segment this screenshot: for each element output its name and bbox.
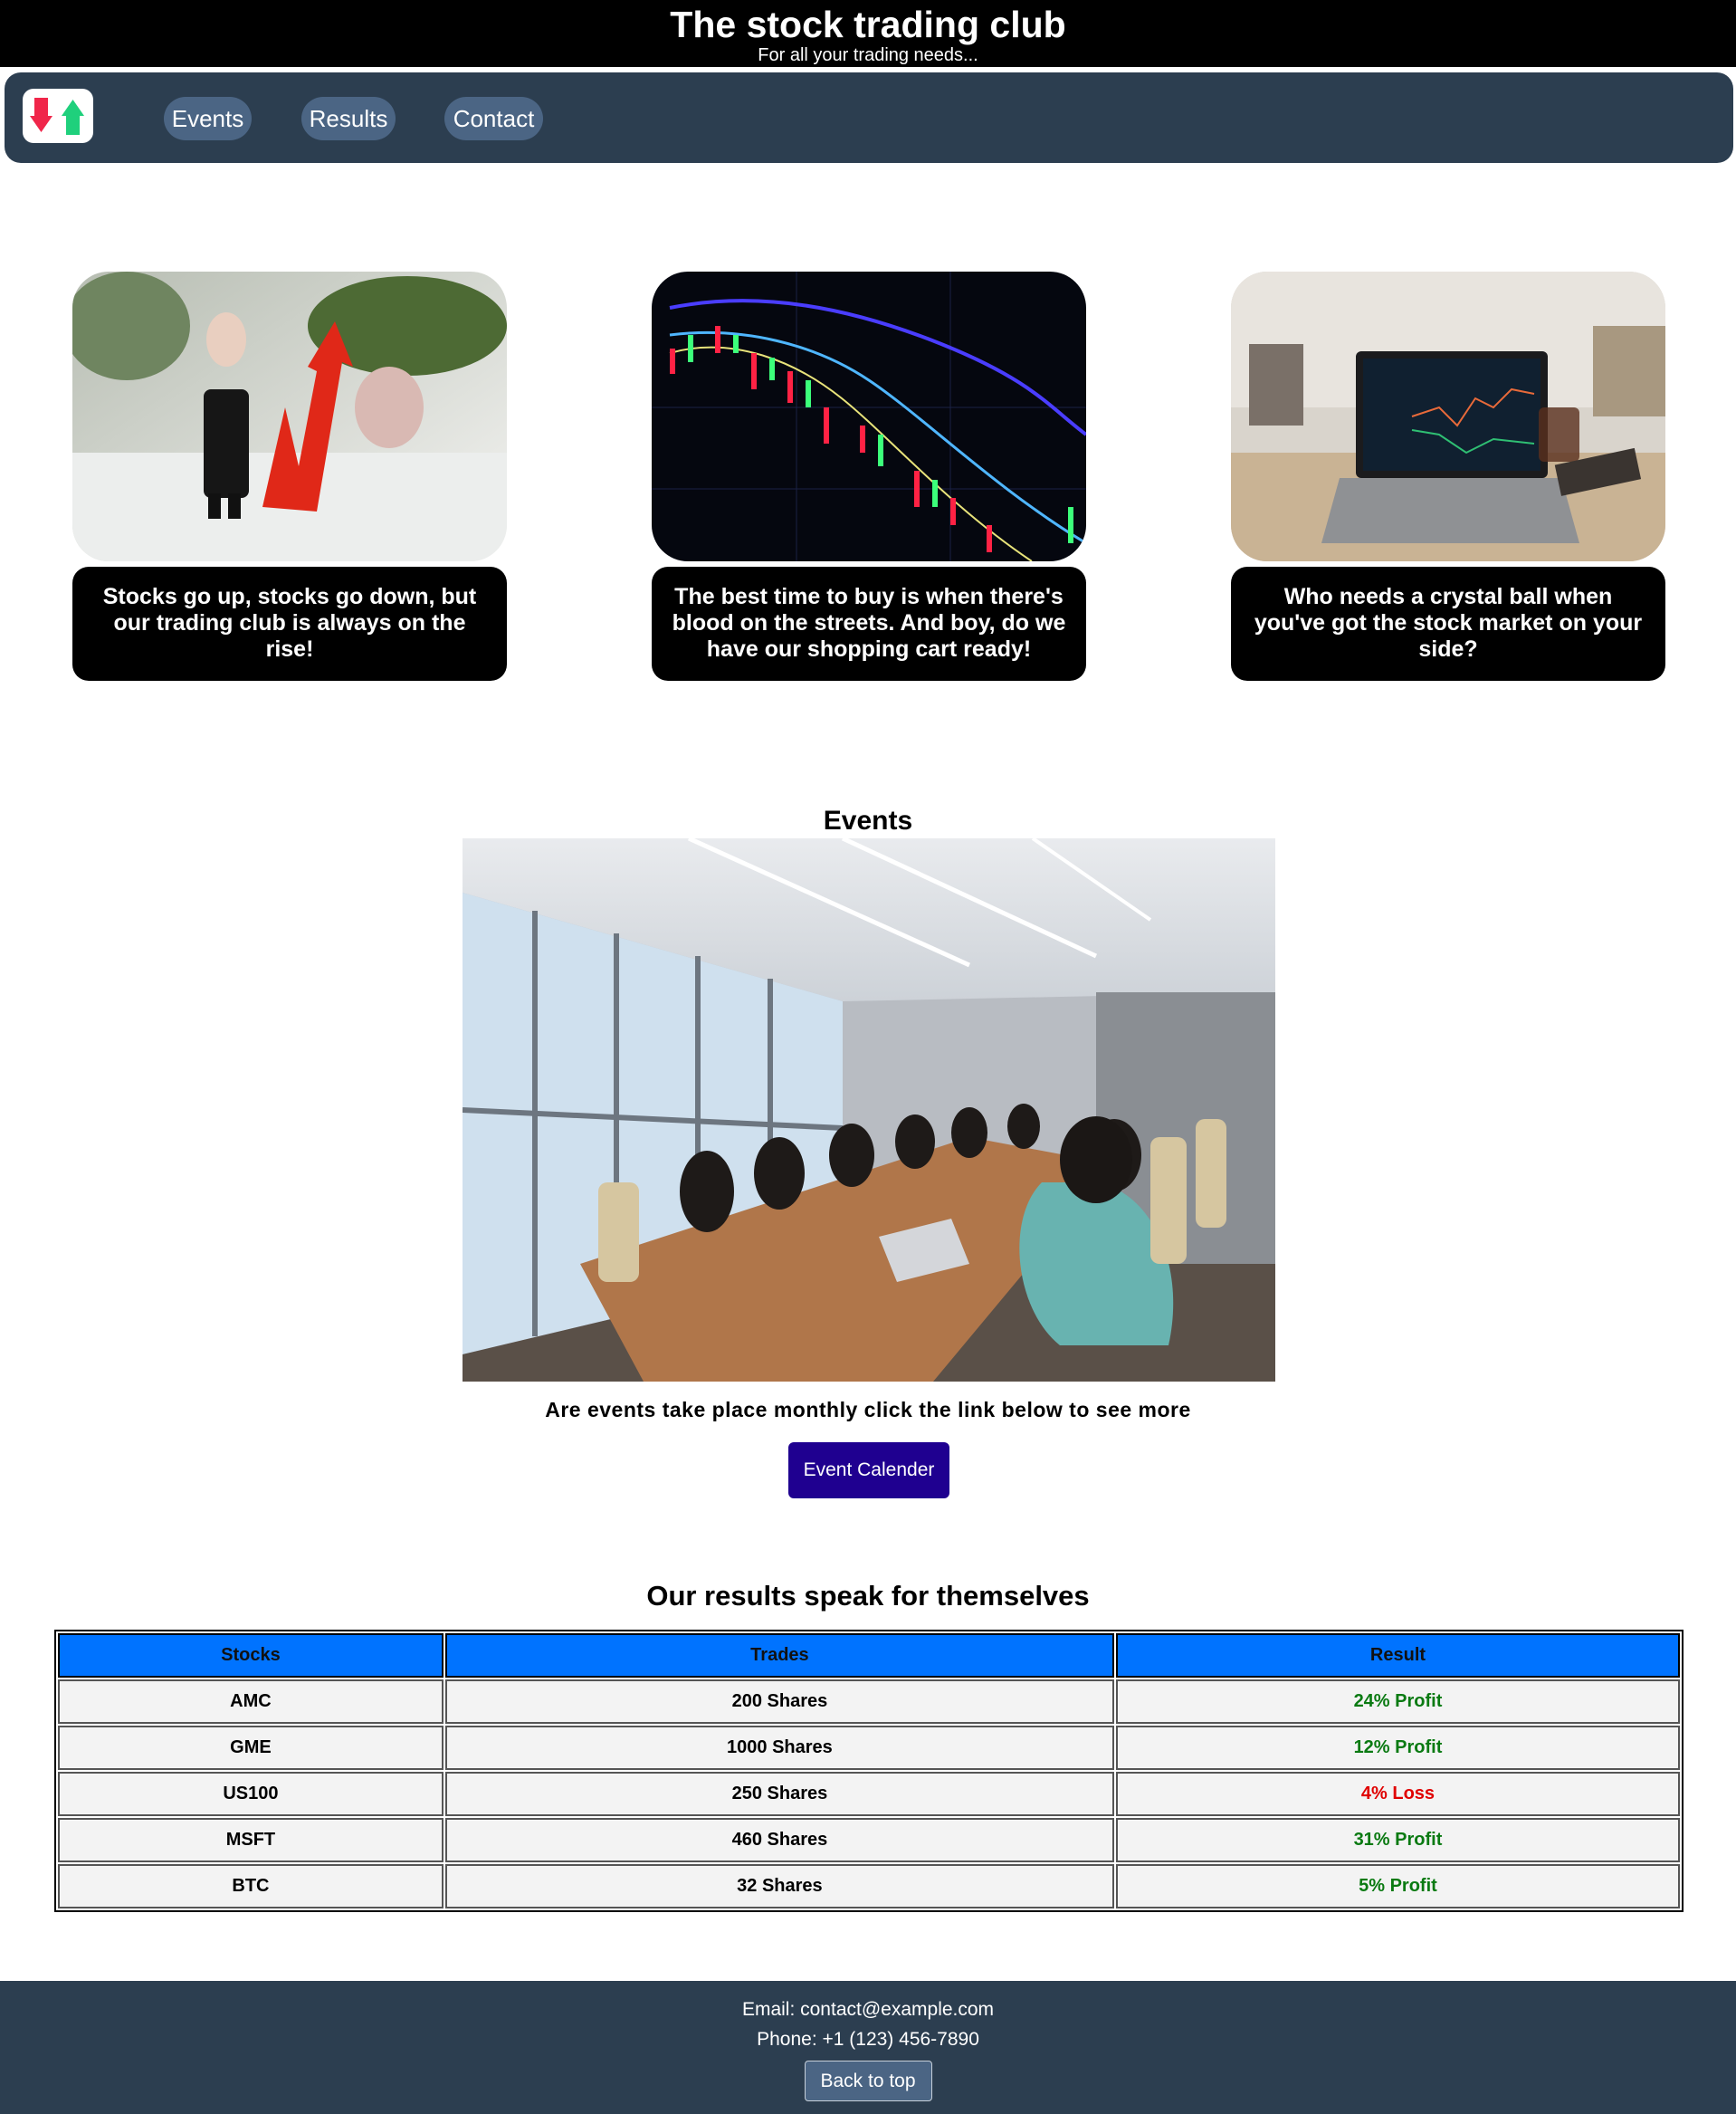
trades-cell: 200 Shares bbox=[444, 1679, 1114, 1724]
results-table: Stocks Trades Result AMC 200 Shares 24% … bbox=[54, 1630, 1684, 1912]
feature-caption: Stocks go up, stocks go down, but our tr… bbox=[72, 567, 507, 681]
result-cell: 5% Profit bbox=[1115, 1864, 1680, 1908]
column-header-result: Result bbox=[1115, 1633, 1680, 1678]
figurine-with-rising-arrow-photo bbox=[72, 272, 507, 561]
column-header-trades: Trades bbox=[444, 1633, 1114, 1678]
trades-cell: 1000 Shares bbox=[444, 1726, 1114, 1770]
feature-card: Who needs a crystal ball when you've got… bbox=[1231, 272, 1665, 681]
result-cell: 4% Loss bbox=[1115, 1772, 1680, 1816]
stock-cell: MSFT bbox=[58, 1818, 444, 1862]
result-cell: 24% Profit bbox=[1115, 1679, 1680, 1724]
result-cell: 12% Profit bbox=[1115, 1726, 1680, 1770]
nav-link-events[interactable]: Events bbox=[164, 97, 252, 140]
table-header-row: Stocks Trades Result bbox=[58, 1633, 1680, 1678]
navbar: Events Results Contact bbox=[5, 72, 1733, 163]
back-to-top-button[interactable]: Back to top bbox=[804, 2061, 932, 2101]
site-header: The stock trading club For all your trad… bbox=[0, 0, 1736, 67]
feature-card: The best time to buy is when there's blo… bbox=[652, 272, 1086, 681]
stock-cell: US100 bbox=[58, 1772, 444, 1816]
stock-cell: GME bbox=[58, 1726, 444, 1770]
trades-cell: 250 Shares bbox=[444, 1772, 1114, 1816]
stock-cell: AMC bbox=[58, 1679, 444, 1724]
site-title: The stock trading club bbox=[670, 4, 1066, 45]
results-heading: Our results speak for themselves bbox=[646, 1580, 1090, 1612]
footer-email: Email: contact@example.com bbox=[741, 1999, 995, 2020]
table-row: AMC 200 Shares 24% Profit bbox=[58, 1679, 1680, 1724]
feature-card: Stocks go up, stocks go down, but our tr… bbox=[72, 272, 507, 681]
nav-link-contact[interactable]: Contact bbox=[444, 97, 543, 140]
meeting-room-photo bbox=[463, 838, 1275, 1382]
feature-caption: The best time to buy is when there's blo… bbox=[652, 567, 1086, 681]
feature-caption: Who needs a crystal ball when you've got… bbox=[1231, 567, 1665, 681]
events-heading: Events bbox=[823, 806, 913, 836]
site-tagline: For all your trading needs... bbox=[758, 45, 978, 65]
table-row: MSFT 460 Shares 31% Profit bbox=[58, 1818, 1680, 1862]
stock-up-down-arrows-icon[interactable] bbox=[23, 89, 93, 143]
nav-link-results[interactable]: Results bbox=[301, 97, 396, 140]
site-footer: Email: contact@example.com Phone: +1 (12… bbox=[0, 1981, 1736, 2114]
trades-cell: 32 Shares bbox=[444, 1864, 1114, 1908]
event-calendar-button[interactable]: Event Calender bbox=[788, 1442, 949, 1498]
stock-cell: BTC bbox=[58, 1864, 444, 1908]
table-row: GME 1000 Shares 12% Profit bbox=[58, 1726, 1680, 1770]
table-row: BTC 32 Shares 5% Profit bbox=[58, 1864, 1680, 1908]
result-cell: 31% Profit bbox=[1115, 1818, 1680, 1862]
column-header-stocks: Stocks bbox=[58, 1633, 444, 1678]
footer-phone: Phone: +1 (123) 456-7890 bbox=[757, 2029, 979, 2050]
events-description: Are events take place monthly click the … bbox=[545, 1398, 1191, 1421]
candlestick-chart-photo bbox=[652, 272, 1086, 561]
laptop-with-trading-chart-photo bbox=[1231, 272, 1665, 561]
table-row: US100 250 Shares 4% Loss bbox=[58, 1772, 1680, 1816]
trades-cell: 460 Shares bbox=[444, 1818, 1114, 1862]
